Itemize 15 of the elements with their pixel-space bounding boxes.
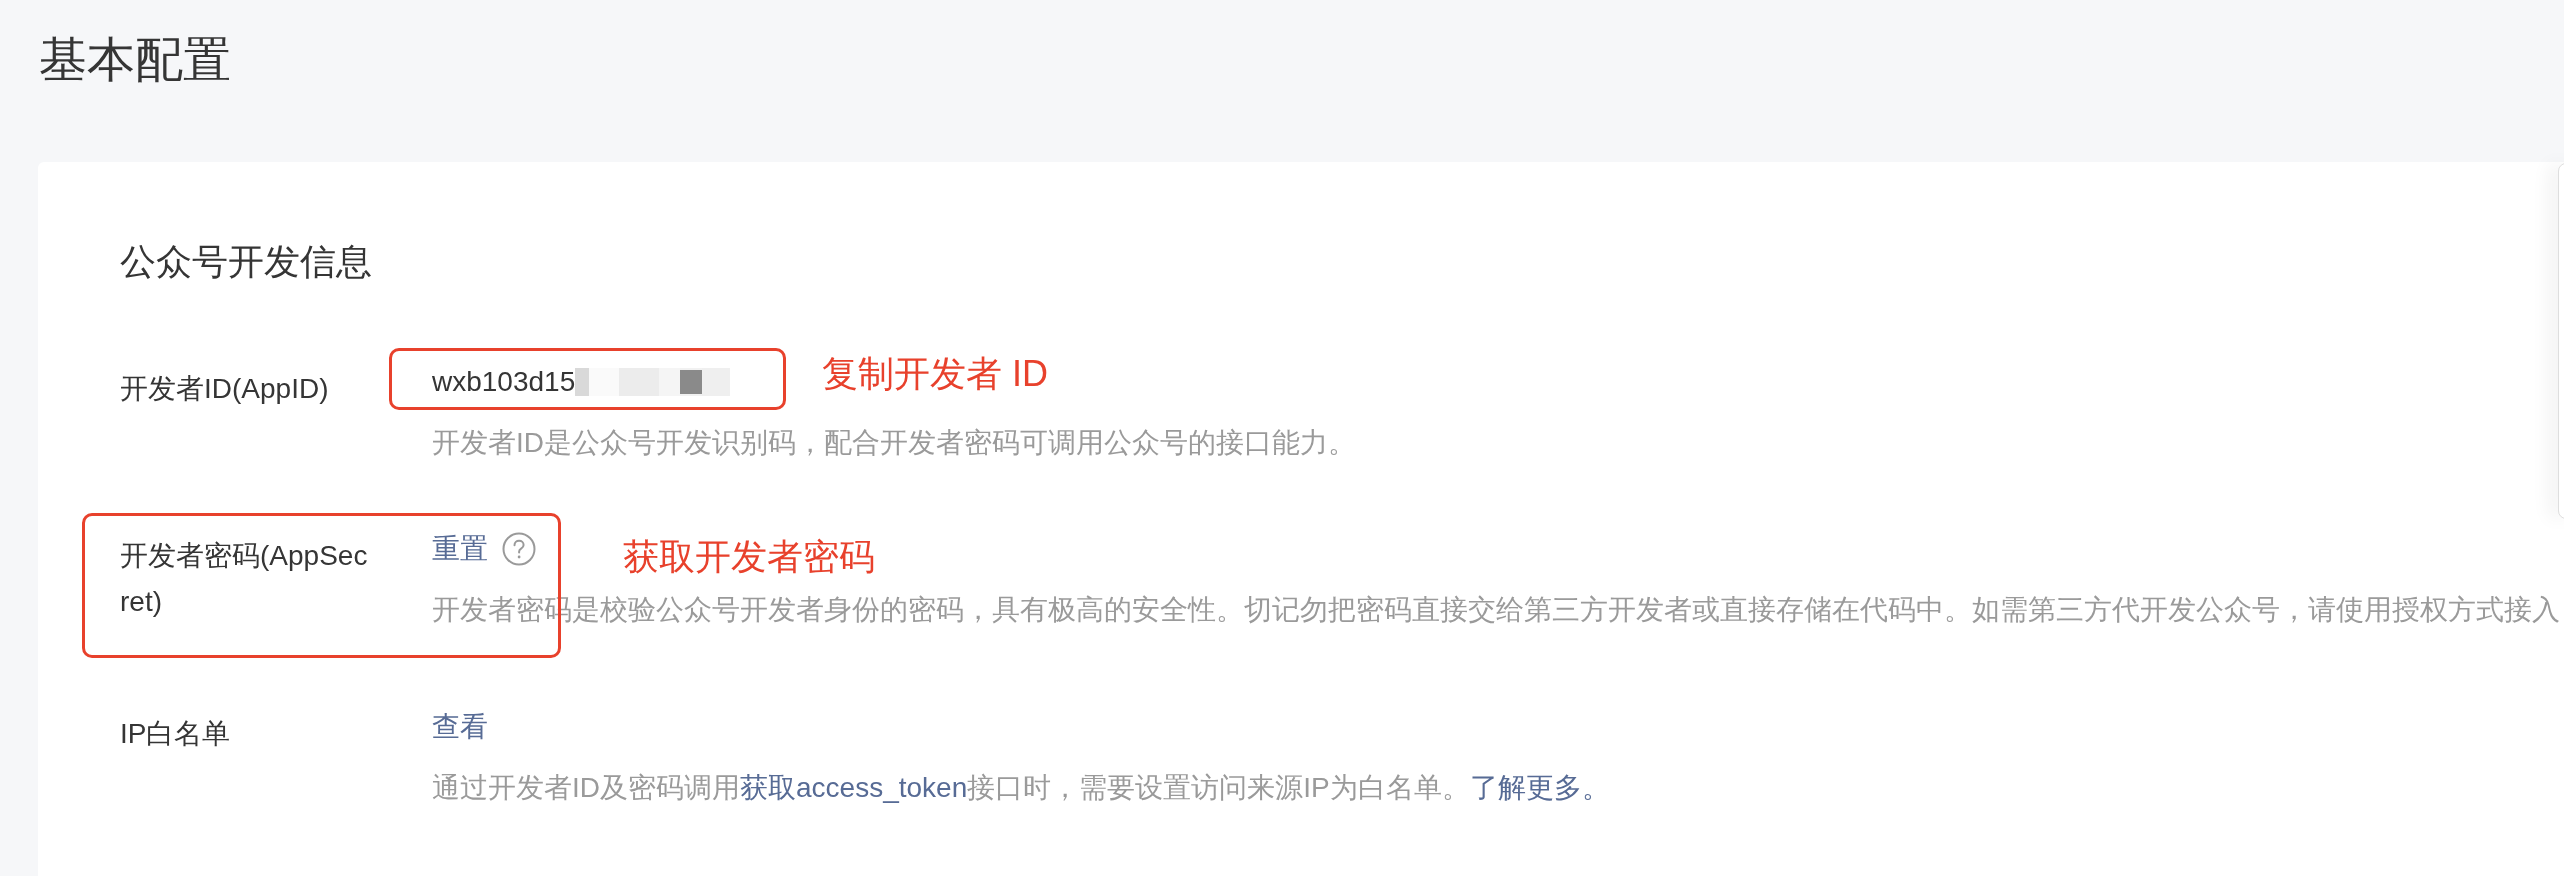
access-token-link[interactable]: 获取access_token — [740, 772, 968, 803]
field-label: 开发者密码(AppSecret) — [120, 539, 369, 619]
page-title: 基本配置 — [39, 32, 231, 88]
learn-more-link[interactable]: 了解更多。 — [1469, 772, 1610, 803]
section-title: 公众号开发信息 — [120, 240, 372, 284]
field-label: IP白名单 — [120, 717, 232, 751]
view-link[interactable]: 查看 — [432, 705, 488, 749]
help-icon[interactable] — [502, 532, 536, 566]
annotation-text: 获取开发者密码 — [623, 535, 875, 579]
field-label: 开发者ID(AppID) — [120, 372, 330, 406]
field-description: 通过开发者ID及密码调用获取access_token接口时，需要设置访问来源IP为白名单。了解更多。 — [432, 771, 1610, 805]
app-id-value: wxb103d15 — [432, 365, 576, 399]
annotation-text: 复制开发者 ID — [822, 352, 1048, 396]
field-description: 开发者ID是公众号开发识别码，配合开发者密码可调用公众号的接口能力。 — [432, 426, 1356, 460]
reset-link[interactable]: 重置 — [432, 527, 488, 571]
